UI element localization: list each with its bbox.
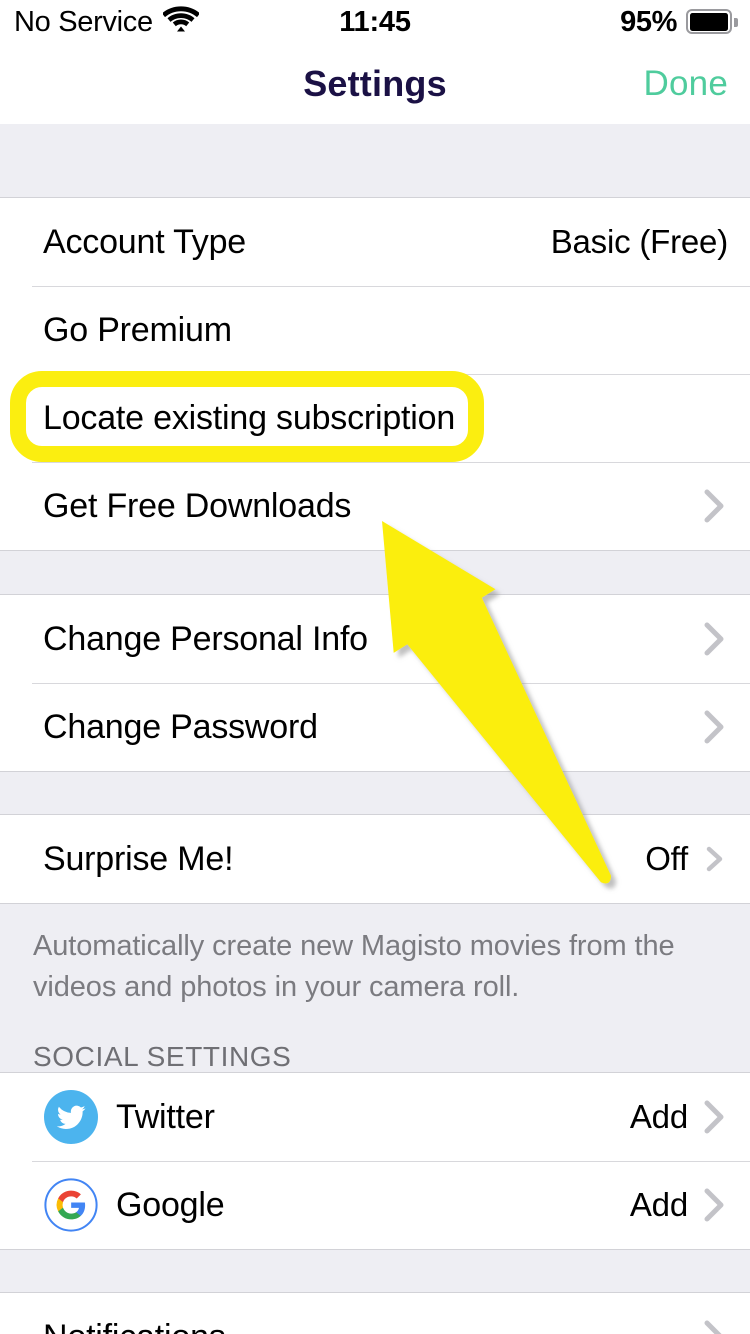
battery-percent-label: 95% [620,5,677,38]
row-value: Basic (Free) [550,223,728,260]
row-google[interactable]: Google Add [0,1161,750,1249]
footer-description: Automatically create new Magisto movies … [33,930,675,1003]
chevron-right-icon [702,484,728,528]
row-notifications[interactable]: Notifications [0,1293,750,1334]
clock-label: 11:45 [339,5,411,38]
row-get-free-downloads[interactable]: Get Free Downloads [0,462,750,550]
battery-icon [686,9,738,35]
status-bar: No Service 11:45 95% [0,0,750,44]
chevron-right-icon [702,705,728,749]
row-label: Get Free Downloads [43,486,352,525]
navigation-bar: Settings Done [0,44,750,124]
google-icon [44,1178,98,1232]
group-spacer [0,771,750,815]
row-label: Account Type [43,222,246,261]
chevron-right-icon [702,1095,728,1139]
group-spacer [0,1249,750,1293]
row-go-premium[interactable]: Go Premium [0,286,750,374]
row-value: Add [629,1098,688,1135]
settings-group-notifications: Notifications [0,1293,750,1334]
row-label: Surprise Me! [43,839,234,878]
chevron-right-icon [702,837,728,881]
twitter-icon [44,1090,98,1144]
row-twitter[interactable]: Twitter Add [0,1073,750,1161]
phone-screen: No Service 11:45 95% Settings Done Accou… [0,0,750,1334]
row-label: Google [116,1185,225,1224]
chevron-right-icon [702,1183,728,1227]
row-label: Go Premium [43,310,232,349]
row-label: Change Personal Info [43,619,368,658]
page-title: Settings [303,63,447,104]
settings-group-account: Account Type Basic (Free) Go Premium Loc… [0,198,750,550]
row-change-personal-info[interactable]: Change Personal Info [0,595,750,683]
row-label: Notifications [43,1318,226,1334]
status-bar-right: 95% [620,0,738,44]
row-label: Change Password [43,707,318,746]
group-spacer [0,124,750,198]
surprise-me-footer-block: Automatically create new Magisto movies … [0,903,750,1073]
group-spacer [0,550,750,595]
settings-group-profile: Change Personal Info Change Password [0,595,750,771]
done-button[interactable]: Done [644,44,728,124]
row-value: Off [645,840,688,877]
chevron-right-icon [702,1315,728,1334]
settings-group-surprise: Surprise Me! Off [0,815,750,903]
row-label: Twitter [116,1097,215,1136]
row-value: Add [629,1186,688,1223]
row-change-password[interactable]: Change Password [0,683,750,771]
row-surprise-me[interactable]: Surprise Me! Off [0,815,750,903]
settings-group-social: Twitter Add Google Add [0,1073,750,1249]
row-account-type[interactable]: Account Type Basic (Free) [0,198,750,286]
row-locate-existing-subscription[interactable]: Locate existing subscription [0,374,750,462]
settings-list: Account Type Basic (Free) Go Premium Loc… [0,124,750,1334]
chevron-right-icon [702,617,728,661]
group-header-social-settings: SOCIAL SETTINGS [33,1041,292,1072]
row-label: Locate existing subscription [43,398,456,437]
